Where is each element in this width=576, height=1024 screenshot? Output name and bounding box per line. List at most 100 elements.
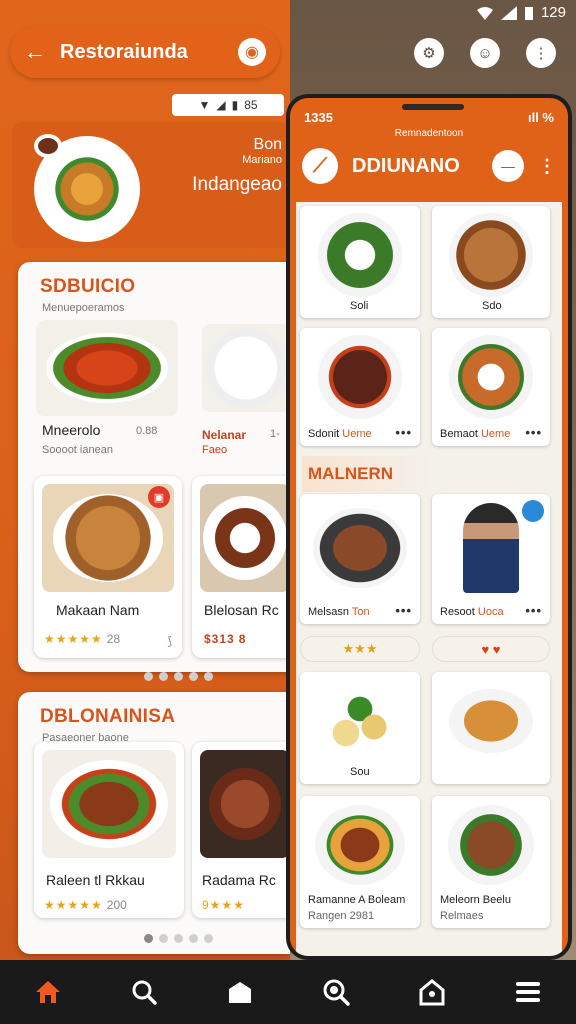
fries-meat-image	[315, 805, 405, 885]
dish-sub: Soooot ianean	[42, 444, 113, 456]
mini-wifi-icon: ▼	[198, 98, 211, 112]
dish-name: Mneerolo	[42, 422, 101, 438]
left-app-header: ← Restoraiunda ◉	[10, 26, 280, 78]
rating-value: $313	[204, 632, 235, 646]
nav-home[interactable]	[28, 972, 68, 1012]
hero-banner: Bon Mariano Indangeao	[12, 122, 290, 248]
phone-more-icon[interactable]: ⋮	[538, 156, 556, 177]
grid-card[interactable]: Sdonit Ueme •••	[300, 328, 420, 446]
mini-signal-icon: ◢	[216, 98, 226, 112]
grid-card[interactable]: Resoot Uoca •••	[432, 494, 550, 624]
phone-action-button[interactable]: —	[492, 150, 524, 182]
grid-card[interactable]: Melsasn Ton •••	[300, 494, 420, 624]
nav-profile[interactable]	[412, 972, 452, 1012]
dish-name: Makaan Nam	[56, 602, 140, 618]
dish-photo	[36, 320, 178, 416]
carousel-dots[interactable]	[144, 672, 213, 681]
dish-rating: ★★★★★ 200	[44, 898, 127, 912]
beef-dish-image	[318, 335, 402, 419]
section-popular: DBLONAINISA Pasaeoner baone Raleen tl Rk…	[18, 692, 290, 954]
phone-grid: Soli Sdo Sdonit Ueme ••• Bemaot Ueme •••…	[296, 202, 562, 956]
back-arrow-icon[interactable]: ←	[24, 39, 46, 65]
phone-title: DDIUNANO	[352, 154, 460, 177]
nav-search[interactable]	[124, 972, 164, 1012]
dish-card[interactable]: Raleen tl Rkkau ★★★★★ 200	[34, 742, 184, 918]
zoom-search-icon	[323, 979, 350, 1006]
more-dots-icon[interactable]: •••	[525, 425, 542, 440]
stew-bowl-image	[448, 805, 534, 885]
rating-stars: ★★★★★	[44, 898, 103, 912]
grid-card[interactable]: Soli	[300, 206, 420, 318]
phone-screen: 1335 ıll % Remnadentoon ⟋ DDIUNANO — ⋮ S…	[290, 98, 568, 956]
grid-sublabel: Rangen 2981	[308, 910, 375, 922]
dish-card[interactable]: Radama Rc 9★★★	[192, 742, 290, 918]
nav-menu[interactable]	[508, 972, 548, 1012]
dish-photo	[200, 484, 290, 592]
grid-card[interactable]: Sdo	[432, 206, 550, 318]
grid-label: Melsasn Ton	[308, 606, 370, 618]
grid-card[interactable]: Meleorn Beelu Relmaes	[432, 796, 550, 928]
share-icon[interactable]: ⟆	[167, 634, 172, 648]
mini-status-value: 85	[244, 98, 258, 112]
rice-plate-image	[449, 335, 533, 419]
dish-meta: 1-	[270, 428, 280, 440]
steak-image	[203, 762, 287, 846]
nav-store[interactable]	[220, 972, 260, 1012]
battery-icon	[524, 6, 533, 20]
dish-photo	[200, 750, 290, 858]
curry-chicken-image	[53, 494, 163, 582]
skewer-dish-image	[50, 760, 168, 848]
dish-card[interactable]: Mneerolo 0.88 Soooot ianean	[36, 320, 196, 460]
phone-mockup: 1335 ıll % Remnadentoon ⟋ DDIUNANO — ⋮ S…	[286, 94, 572, 960]
grid-label: Resoot Uoca	[440, 606, 504, 618]
grid-photo	[308, 334, 412, 420]
dish-meta: 0.88	[136, 425, 158, 437]
dish-card[interactable]: Nelanar 1- Faeo	[202, 320, 290, 460]
grid-card[interactable]: Ramanne A Boleam Rangen 2981	[300, 796, 420, 928]
bottom-navigation	[0, 960, 576, 1024]
dish-card[interactable]: Blelosan Rc $313 8	[192, 476, 290, 658]
favorite-pill[interactable]: ♥ ♥	[432, 636, 550, 662]
grid-photo	[440, 678, 542, 764]
carousel-dots[interactable]	[144, 934, 213, 943]
right-toolbar: ⚙ ☺ ⋮	[414, 38, 556, 68]
grid-photo	[308, 802, 412, 888]
grid-photo	[440, 802, 542, 888]
nav-explore[interactable]	[316, 972, 356, 1012]
profile-icon[interactable]: ☺	[470, 38, 500, 68]
phone-subtitle: Remnadentoon	[394, 128, 464, 139]
hero-line3: Indangeao	[192, 174, 282, 195]
globe-icon[interactable]: ◉	[238, 38, 266, 66]
more-vertical-icon[interactable]: ⋮	[526, 38, 556, 68]
dish-rating: ★★★★★ 28	[44, 632, 120, 646]
grid-photo	[308, 212, 412, 298]
rating-count: 200	[106, 898, 127, 912]
more-dots-icon[interactable]: •••	[395, 603, 412, 618]
rice-image	[206, 328, 286, 408]
grid-label: Sou	[350, 766, 370, 778]
more-dots-icon[interactable]: •••	[525, 603, 542, 618]
rating-pill[interactable]: ★★★	[300, 636, 420, 662]
sauce-cup-image	[34, 134, 62, 158]
menu-icon	[516, 982, 540, 1002]
grid-card[interactable]	[432, 672, 550, 784]
dish-sub: Faeo	[202, 444, 228, 456]
sauce-bowls-image	[325, 691, 395, 751]
rating-count: 8	[238, 632, 246, 646]
more-dots-icon[interactable]: •••	[395, 425, 412, 440]
grid-card[interactable]: Bemaot Ueme •••	[432, 328, 550, 446]
rating-count: 28	[106, 632, 121, 646]
curry-bowl-image	[449, 213, 533, 297]
section-title: SDBUICIO	[40, 276, 136, 297]
settings-icon[interactable]: ⚙	[414, 38, 444, 68]
store-icon	[229, 982, 251, 1003]
dish-card[interactable]: ▣ Makaan Nam ★★★★★ 28 ⟆	[34, 476, 182, 658]
wifi-icon	[476, 6, 493, 20]
mini-battery-icon: ▮	[231, 98, 239, 112]
app-title: Restoraiunda	[60, 40, 188, 63]
dish-photo	[202, 324, 290, 412]
phone-section-title: MALNERN	[302, 456, 430, 492]
phone-time: 1335	[304, 110, 333, 125]
grid-photo	[308, 500, 412, 596]
grid-card[interactable]: Sou	[300, 672, 420, 784]
